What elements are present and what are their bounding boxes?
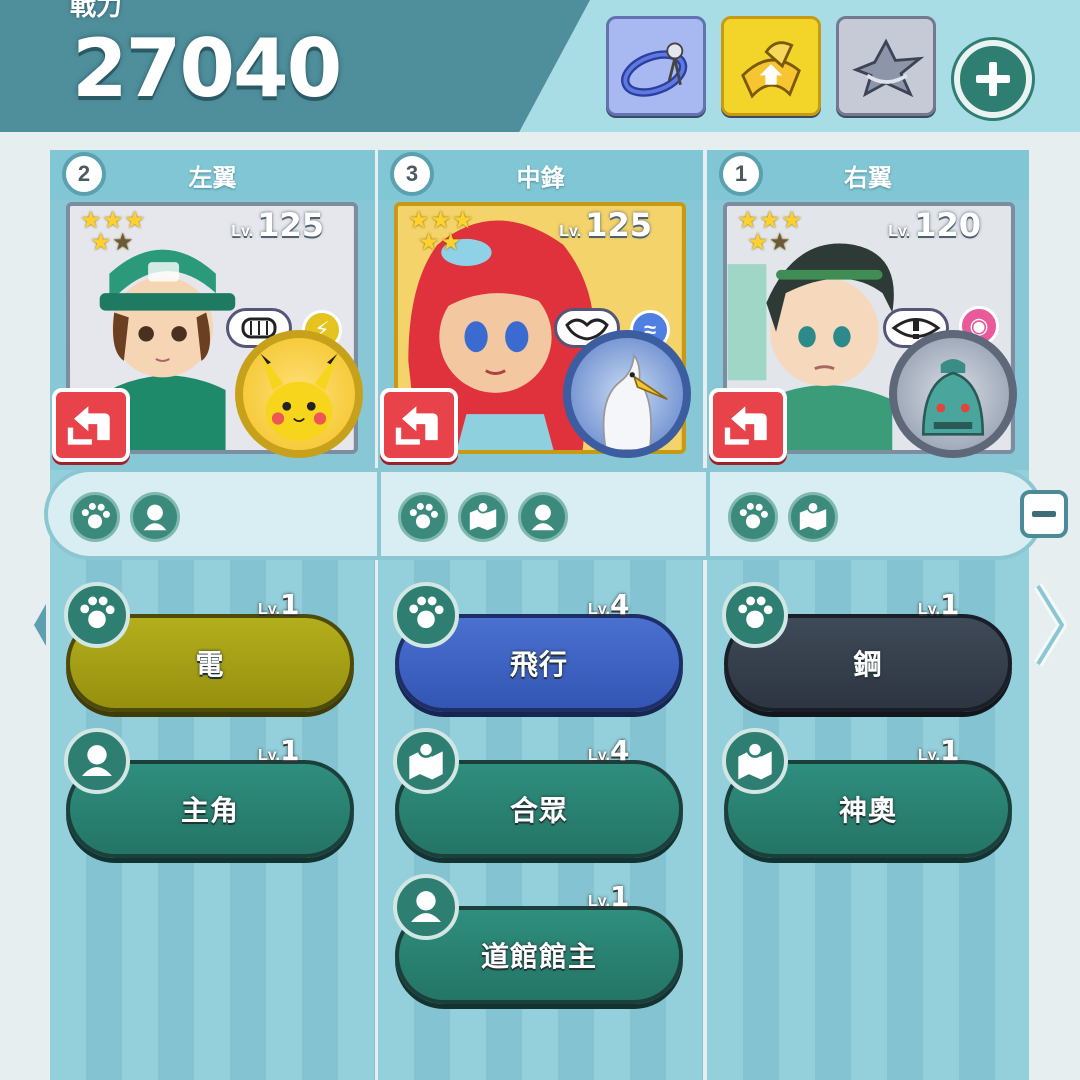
paw-icon xyxy=(64,582,130,648)
pokemon-portrait[interactable] xyxy=(563,330,691,458)
ribbon-item-slot[interactable] xyxy=(606,16,706,116)
ribbon-item-icon xyxy=(621,42,688,97)
pill-level: Lv.4 xyxy=(588,734,630,767)
swap-button[interactable] xyxy=(709,388,787,462)
yellow-scarf-item-icon xyxy=(741,41,801,99)
map-icon[interactable] xyxy=(458,492,508,542)
pill-level: Lv.1 xyxy=(918,588,960,621)
pill-level: Lv.1 xyxy=(918,734,960,767)
star-rating: ★ ★ ★ ★ ★ xyxy=(408,207,474,256)
pokemon-portrait[interactable] xyxy=(235,330,363,458)
star-rating: ★ ★ ★ ★ ★ xyxy=(80,207,146,256)
swap-arrow-icon xyxy=(395,406,438,445)
trainer-icon xyxy=(64,728,130,794)
pokemon-portrait[interactable] xyxy=(889,330,1017,458)
skill-filter-bar xyxy=(44,468,1044,560)
crest-item-slot[interactable] xyxy=(836,16,936,116)
trainer-level: Lv. 120 xyxy=(888,206,981,244)
power-label: 戦力 xyxy=(70,0,123,21)
paw-icon xyxy=(722,582,788,648)
map-icon xyxy=(393,728,459,794)
pill-level: Lv.1 xyxy=(258,588,300,621)
position-header: 2 左翼 xyxy=(50,150,375,200)
prev-arrow-icon[interactable] xyxy=(30,600,50,650)
paw-icon[interactable] xyxy=(70,492,120,542)
next-arrow-icon[interactable] xyxy=(1030,580,1070,670)
scarf-item-slot[interactable] xyxy=(721,16,821,116)
steel-crest-item-icon xyxy=(852,38,925,98)
swanna-illustration xyxy=(602,353,668,450)
paw-icon xyxy=(393,582,459,648)
map-icon[interactable] xyxy=(788,492,838,542)
swap-button[interactable] xyxy=(380,388,458,462)
position-name: 中鋒 xyxy=(516,165,565,192)
map-icon xyxy=(722,728,788,794)
pill-level: Lv.1 xyxy=(588,880,630,913)
power-value: 27040 xyxy=(72,22,342,115)
paw-icon[interactable] xyxy=(398,492,448,542)
swap-arrow-icon xyxy=(67,406,110,445)
trainer-level: Lv. 125 xyxy=(231,206,324,244)
star-rating: ★ ★ ★ ★ ★ xyxy=(737,207,803,256)
trainer-icon[interactable] xyxy=(518,492,568,542)
swap-button[interactable] xyxy=(52,388,130,462)
position-header: 1 右翼 xyxy=(707,150,1029,200)
trainer-level: Lv. 125 xyxy=(559,206,652,244)
pill-level: Lv.4 xyxy=(588,588,630,621)
trainer-icon xyxy=(393,874,459,940)
pikachu-illustration xyxy=(260,353,338,442)
position-name: 右翼 xyxy=(844,165,892,192)
collapse-button[interactable] xyxy=(1020,490,1068,538)
power-panel: 戦力 27040 xyxy=(0,0,590,132)
paw-icon[interactable] xyxy=(728,492,778,542)
bronzong-illustration xyxy=(921,359,985,436)
swap-arrow-icon xyxy=(724,406,767,445)
add-button[interactable] xyxy=(954,40,1032,118)
header-bar: 戦力 27040 xyxy=(0,0,1080,132)
trainer-icon[interactable] xyxy=(130,492,180,542)
position-header: 3 中鋒 xyxy=(378,150,703,200)
position-name: 左翼 xyxy=(188,165,237,192)
pill-level: Lv.1 xyxy=(258,734,300,767)
